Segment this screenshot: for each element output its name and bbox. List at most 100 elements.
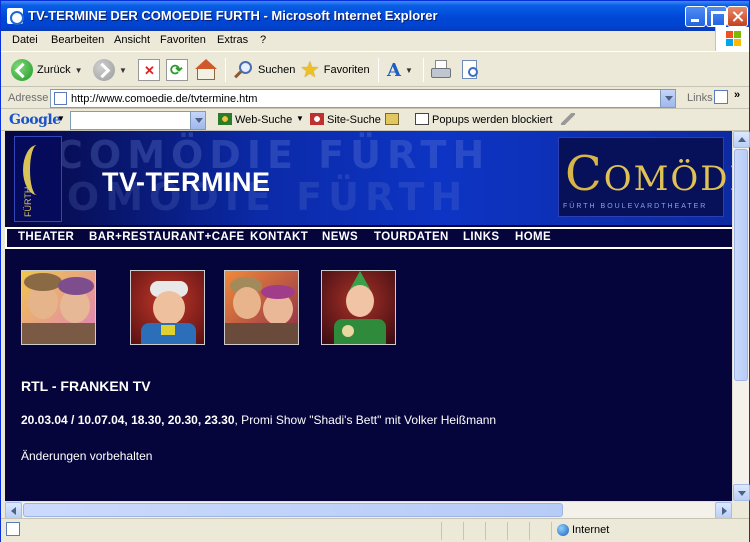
status-cell	[485, 522, 507, 540]
window-title: TV-TERMINE DER COMOEDIE FURTH - Microsof…	[28, 8, 438, 23]
photo-thumbnail-3[interactable]	[224, 270, 299, 345]
popup-blocker-button[interactable]: Popups werden blockiert	[415, 113, 552, 126]
links-label[interactable]: Links	[687, 92, 713, 104]
back-arrow-icon	[11, 59, 33, 81]
logo-left-text: FÜRTH	[23, 186, 33, 217]
logo-word: COMÖDIE	[565, 146, 732, 202]
event-listing: 20.03.04 / 10.07.04, 18.30, 20.30, 23.30…	[21, 413, 496, 427]
windows-logo-icon	[715, 27, 749, 51]
google-logo[interactable]: Google	[9, 112, 61, 128]
globe-icon	[557, 524, 569, 536]
comoedie-logo-small[interactable]: FÜRTH	[14, 136, 62, 222]
web-search-button[interactable]: Web-Suche	[218, 113, 292, 126]
menu-datei[interactable]: Datei	[12, 34, 38, 46]
nav-kontakt[interactable]: KONTAKT	[250, 231, 308, 243]
nav-theater[interactable]: THEATER	[18, 231, 74, 243]
back-button[interactable]: Zurück ▼	[11, 56, 83, 84]
search-icon	[232, 59, 254, 81]
section-title: RTL - FRANKEN TV	[21, 378, 151, 394]
chevron-right-icon[interactable]: »	[734, 89, 740, 101]
address-bar: Adresse http://www.comoedie.de/tvtermine…	[1, 87, 749, 109]
status-cell	[441, 522, 463, 540]
chevron-down-icon[interactable]: ▼	[75, 66, 83, 75]
page-info-button[interactable]	[385, 113, 402, 126]
refresh-button[interactable]: ⟳	[166, 56, 188, 84]
google-search-input[interactable]	[70, 111, 206, 130]
logo-subtitle: FÜRTH BOULEVARDTHEATER	[563, 203, 708, 210]
photo-thumbnail-4[interactable]	[321, 270, 396, 345]
scroll-up-button[interactable]	[733, 131, 750, 148]
address-label: Adresse	[8, 92, 49, 104]
vertical-scrollbar[interactable]	[732, 131, 750, 501]
toolbar-separator	[378, 58, 379, 82]
event-dates: 20.03.04 / 10.07.04, 18.30, 20.30, 23.30	[21, 413, 235, 427]
print-button[interactable]	[430, 56, 452, 84]
search-button[interactable]: Suchen	[232, 56, 295, 84]
ie-icon	[7, 8, 24, 25]
favorites-label: Favoriten	[323, 64, 370, 76]
chevron-down-icon[interactable]: ▼	[296, 114, 304, 123]
menu-ansicht[interactable]: Ansicht	[114, 34, 150, 46]
maximize-button[interactable]	[706, 6, 727, 27]
forward-arrow-icon	[93, 59, 115, 81]
edit-page-icon	[459, 59, 481, 81]
favorites-button[interactable]: ★ Favoriten	[300, 56, 370, 84]
search-label: Suchen	[258, 64, 296, 76]
links-page-icon	[714, 90, 728, 104]
menu-help[interactable]: ?	[260, 34, 266, 46]
status-bar: Internet	[1, 518, 749, 542]
stop-button[interactable]: ✕	[138, 56, 160, 84]
minimize-button[interactable]	[685, 6, 706, 27]
nav-bar-restaurant-cafe[interactable]: BAR+RESTAURANT+CAFE	[89, 231, 245, 243]
status-cell	[529, 522, 551, 540]
scroll-left-button[interactable]	[5, 502, 22, 519]
back-label: Zurück	[37, 64, 71, 76]
security-zone: Internet	[572, 524, 610, 536]
menu-bearbeiten[interactable]: Bearbeiten	[51, 34, 104, 46]
chevron-down-icon[interactable]: ▼	[405, 66, 413, 75]
google-dropdown-button[interactable]	[190, 112, 205, 129]
highlight-button[interactable]	[561, 113, 578, 126]
printer-icon	[430, 59, 452, 81]
chevron-down-icon[interactable]: ▼	[57, 114, 65, 123]
chevron-down-icon[interactable]: ▼	[119, 66, 127, 75]
comoedie-logo[interactable]: COMÖDIE FÜRTH BOULEVARDTHEATER	[558, 137, 732, 217]
browser-window: TV-TERMINE DER COMOEDIE FURTH - Microsof…	[0, 0, 750, 542]
status-cell	[507, 522, 529, 540]
vertical-scroll-thumb[interactable]	[734, 149, 748, 381]
fontsize-button[interactable]: A ▼	[387, 56, 413, 84]
horizontal-scroll-thumb[interactable]	[23, 503, 563, 517]
scroll-right-button[interactable]	[715, 502, 732, 519]
site-search-button[interactable]: Site-Suche	[310, 113, 381, 126]
event-description: , Promi Show "Shadi's Bett" mit Volker H…	[234, 413, 497, 427]
address-dropdown-button[interactable]	[660, 90, 675, 107]
edit-button[interactable]	[459, 56, 481, 84]
home-icon	[195, 59, 217, 81]
menu-favoriten[interactable]: Favoriten	[160, 34, 206, 46]
close-button[interactable]	[727, 6, 748, 27]
nav-home[interactable]: HOME	[515, 231, 551, 243]
page-icon	[54, 92, 67, 105]
standard-toolbar: Zurück ▼ ▼ ✕ ⟳ Suchen ★ Favoriten A ▼	[1, 51, 749, 87]
photo-thumbnail-1[interactable]	[21, 270, 96, 345]
site-header: COMÖDIE FÜRTH COMÖDIE FÜRTH FÜRTH TV-TER…	[5, 131, 732, 225]
photo-thumbnail-2[interactable]	[130, 270, 205, 345]
disclaimer-note: Änderungen vorbehalten	[21, 449, 153, 463]
menu-extras[interactable]: Extras	[217, 34, 248, 46]
forward-button[interactable]: ▼	[93, 56, 127, 84]
site-search-icon	[310, 113, 324, 125]
scroll-down-button[interactable]	[733, 484, 750, 501]
status-page-icon	[6, 522, 20, 536]
font-size-icon: A	[387, 59, 401, 81]
refresh-icon: ⟳	[166, 59, 188, 81]
pencil-icon	[561, 113, 575, 125]
page-info-icon	[385, 113, 399, 125]
address-input[interactable]: http://www.comoedie.de/tvtermine.htm	[50, 89, 676, 108]
horizontal-scrollbar[interactable]	[5, 501, 732, 519]
nav-tourdaten[interactable]: TOURDATEN	[374, 231, 449, 243]
status-cell	[463, 522, 485, 540]
nav-links[interactable]: LINKS	[463, 231, 500, 243]
home-button[interactable]	[195, 56, 217, 84]
nav-news[interactable]: NEWS	[322, 231, 358, 243]
title-bar: TV-TERMINE DER COMOEDIE FURTH - Microsof…	[1, 1, 749, 31]
